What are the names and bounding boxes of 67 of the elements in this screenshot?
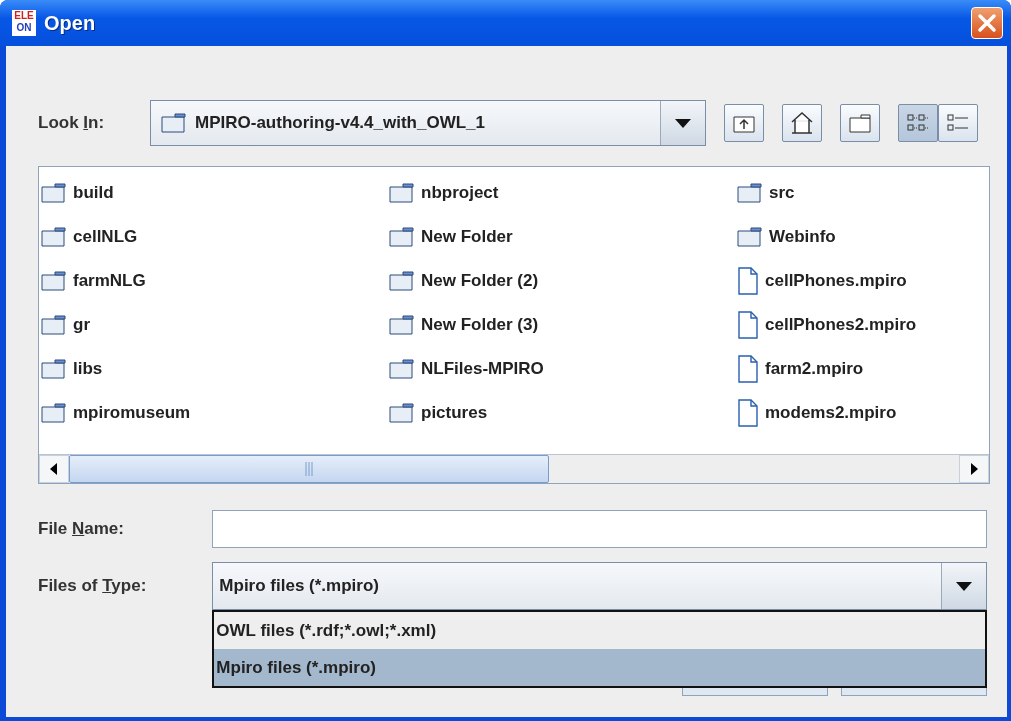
app-logo: ELE ON — [12, 10, 36, 36]
folder-item[interactable]: build — [41, 171, 389, 215]
home-icon — [790, 111, 814, 135]
folder-item[interactable]: New Folder (2) — [389, 259, 737, 303]
document-icon — [737, 399, 759, 427]
file-item[interactable]: cellPhones2.mpiro — [737, 303, 987, 347]
up-folder-button[interactable] — [724, 104, 764, 142]
list-view-button[interactable] — [898, 104, 938, 142]
document-icon — [737, 267, 759, 295]
folder-item[interactable]: gr — [41, 303, 389, 347]
folder-item[interactable]: src — [737, 171, 987, 215]
dropdown-option[interactable]: Mpiro files (*.mpiro) — [214, 649, 985, 686]
folder-icon — [389, 183, 415, 203]
look-in-label: Look In: — [38, 113, 106, 133]
file-item[interactable]: farm2.mpiro — [737, 347, 987, 391]
scrollbar-thumb[interactable] — [69, 455, 549, 483]
folder-item[interactable]: nbproject — [389, 171, 737, 215]
grip-icon — [304, 462, 314, 476]
folder-icon — [41, 183, 67, 203]
folder-icon — [848, 112, 872, 134]
folder-icon — [389, 227, 415, 247]
list-view-icon — [906, 112, 930, 134]
horizontal-scrollbar[interactable] — [39, 454, 989, 483]
document-icon — [737, 355, 759, 383]
folder-icon — [389, 403, 415, 423]
folder-item[interactable]: Webinfo — [737, 215, 987, 259]
folder-icon — [389, 271, 415, 291]
document-icon — [737, 311, 759, 339]
close-button[interactable] — [971, 7, 1003, 39]
folder-icon — [389, 359, 415, 379]
right-arrow-icon — [970, 463, 978, 475]
folder-icon — [41, 271, 67, 291]
file-item[interactable]: cellPhones.mpiro — [737, 259, 987, 303]
look-in-value: MPIRO-authoring-v4.4_with_OWL_1 — [195, 113, 486, 133]
files-of-type-value: Mpiro files (*.mpiro) — [219, 576, 380, 596]
files-of-type-dropdown[interactable]: Mpiro files (*.mpiro) — [212, 562, 987, 610]
folder-icon — [737, 227, 763, 247]
folder-item[interactable]: cellNLG — [41, 215, 389, 259]
files-of-type-label: Files of Type: — [38, 575, 148, 597]
home-button[interactable] — [782, 104, 822, 142]
folder-icon — [737, 183, 763, 203]
close-icon — [976, 12, 998, 34]
dropdown-option[interactable]: OWL files (*.rdf;*.owl;*.xml) — [214, 612, 985, 649]
details-view-icon — [946, 112, 970, 134]
left-arrow-icon — [50, 463, 58, 475]
file-name-field[interactable] — [212, 510, 987, 548]
folder-item[interactable]: farmNLG — [41, 259, 389, 303]
folder-item[interactable]: pictures — [389, 391, 737, 435]
scroll-left-button[interactable] — [39, 455, 69, 483]
folder-item[interactable]: NLFiles-MPIRO — [389, 347, 737, 391]
folder-icon — [41, 227, 67, 247]
window-title: Open — [44, 11, 97, 35]
folder-icon — [41, 315, 67, 335]
folder-item[interactable]: New Folder (3) — [389, 303, 737, 347]
folder-icon — [389, 315, 415, 335]
folder-item[interactable]: New Folder — [389, 215, 737, 259]
file-name-label: File Name: — [38, 519, 125, 539]
scroll-right-button[interactable] — [959, 455, 989, 483]
file-item[interactable]: modems2.mpiro — [737, 391, 987, 435]
folder-icon — [41, 403, 67, 423]
look-in-dropdown[interactable]: MPIRO-authoring-v4.4_with_OWL_1 — [150, 100, 706, 146]
new-folder-button[interactable] — [840, 104, 880, 142]
details-view-button[interactable] — [938, 104, 978, 142]
folder-icon — [161, 113, 187, 133]
folder-icon — [41, 359, 67, 379]
folder-item[interactable]: mpiromuseum — [41, 391, 389, 435]
folder-item[interactable]: libs — [41, 347, 389, 391]
